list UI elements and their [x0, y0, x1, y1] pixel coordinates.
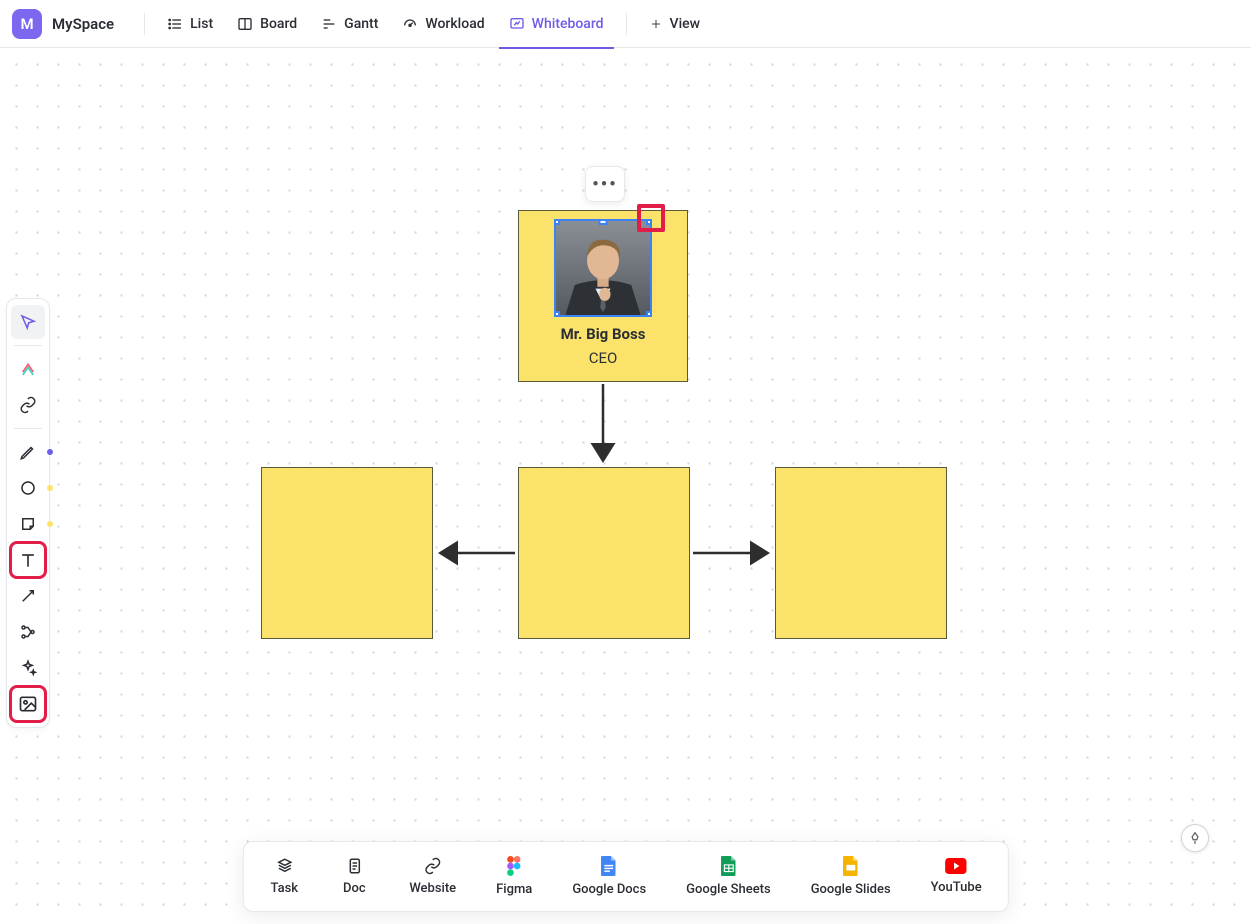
tool-image[interactable] — [11, 687, 45, 721]
youtube-icon — [945, 858, 967, 874]
pen-color-indicator — [47, 449, 53, 455]
nav-add-view-label: View — [670, 16, 701, 32]
google-sheets-icon — [720, 856, 736, 876]
insert-gsheets-label: Google Sheets — [686, 882, 771, 897]
google-slides-icon — [843, 856, 859, 876]
board-icon — [237, 16, 253, 32]
nav-workload-label: Workload — [425, 16, 484, 32]
figma-icon — [507, 856, 521, 876]
insert-doc[interactable]: Doc — [319, 853, 389, 900]
list-icon — [167, 16, 183, 32]
insert-gdocs-label: Google Docs — [572, 882, 646, 897]
shape-color-indicator — [47, 485, 53, 491]
nav-divider-2 — [626, 13, 627, 35]
insert-youtube-label: YouTube — [931, 880, 982, 895]
selection-handle-tl[interactable] — [554, 219, 560, 225]
toolbar-separator — [14, 428, 42, 429]
avatar-selection-frame[interactable] — [554, 219, 652, 317]
space-name[interactable]: MySpace — [52, 15, 114, 33]
selection-handle-br[interactable] — [646, 311, 652, 317]
org-node-role: CEO — [589, 349, 618, 367]
insert-figma[interactable]: Figma — [476, 852, 552, 901]
insert-toolbar: Task Doc Website Figma Google Docs — [242, 841, 1008, 912]
pin-toolbar-button[interactable] — [1181, 824, 1209, 852]
tool-sticky[interactable] — [11, 507, 45, 541]
website-icon — [424, 857, 442, 875]
ellipsis-icon: ••• — [592, 174, 617, 195]
workload-icon — [402, 16, 418, 32]
tool-link[interactable] — [11, 388, 45, 422]
insert-google-docs[interactable]: Google Docs — [552, 852, 666, 901]
tool-pen[interactable] — [11, 435, 45, 469]
insert-google-slides[interactable]: Google Slides — [791, 852, 911, 901]
insert-gslides-label: Google Slides — [811, 882, 891, 897]
nav-workload[interactable]: Workload — [392, 0, 494, 48]
nav-list[interactable]: List — [157, 0, 223, 48]
tool-clickup[interactable] — [11, 352, 45, 386]
insert-doc-label: Doc — [343, 881, 366, 896]
plus-icon — [649, 17, 663, 31]
insert-google-sheets[interactable]: Google Sheets — [666, 852, 791, 901]
insert-task-label: Task — [271, 881, 299, 896]
org-node-child-3[interactable] — [775, 467, 947, 639]
tool-shape[interactable] — [11, 471, 45, 505]
drawing-toolbar — [6, 298, 50, 728]
org-node-ceo[interactable]: Mr. Big Boss CEO — [518, 210, 688, 382]
insert-youtube[interactable]: YouTube — [911, 854, 1002, 899]
whiteboard-icon — [509, 16, 525, 32]
tool-select[interactable] — [11, 305, 45, 339]
whiteboard-canvas[interactable]: ••• — [0, 48, 1251, 924]
space-badge[interactable]: M — [12, 9, 42, 39]
top-navigation: M MySpace List Board Gantt Workload Whit… — [0, 0, 1251, 48]
nav-whiteboard[interactable]: Whiteboard — [499, 0, 614, 48]
more-menu-button[interactable]: ••• — [585, 166, 625, 202]
insert-website-label: Website — [409, 881, 456, 896]
insert-website[interactable]: Website — [389, 853, 476, 900]
nav-add-view[interactable]: View — [639, 0, 711, 48]
nav-list-label: List — [190, 16, 213, 32]
insert-task[interactable]: Task — [249, 853, 319, 900]
doc-icon — [345, 857, 363, 875]
nav-gantt-label: Gantt — [344, 16, 378, 32]
org-node-name: Mr. Big Boss — [561, 325, 646, 343]
nav-whiteboard-label: Whiteboard — [532, 16, 604, 32]
org-node-child-1[interactable] — [261, 467, 433, 639]
tool-text[interactable] — [11, 543, 45, 577]
sticky-color-indicator — [47, 521, 53, 527]
gantt-icon — [321, 16, 337, 32]
nav-board-label: Board — [260, 16, 297, 32]
task-icon — [275, 857, 293, 875]
avatar-image — [556, 221, 650, 315]
insert-figma-label: Figma — [496, 882, 532, 897]
nav-gantt[interactable]: Gantt — [311, 0, 388, 48]
highlight-marker — [637, 204, 665, 232]
toolbar-separator — [14, 345, 42, 346]
selection-handle-tc[interactable] — [599, 219, 608, 225]
tool-relationship[interactable] — [11, 615, 45, 649]
google-docs-icon — [601, 856, 617, 876]
tool-ai[interactable] — [11, 651, 45, 685]
selection-handle-bl[interactable] — [554, 311, 560, 317]
nav-divider — [144, 13, 145, 35]
org-node-child-2[interactable] — [518, 467, 690, 639]
nav-board[interactable]: Board — [227, 0, 307, 48]
tool-connector[interactable] — [11, 579, 45, 613]
